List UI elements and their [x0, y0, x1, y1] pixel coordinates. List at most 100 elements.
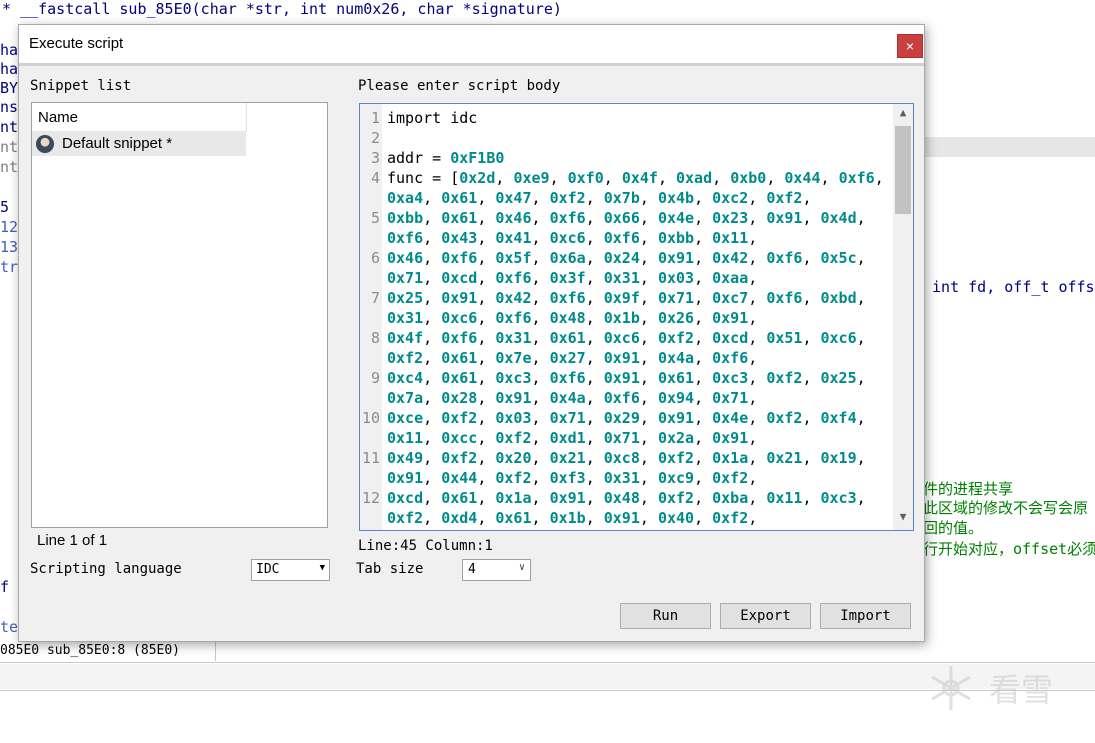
code-token: ,	[639, 209, 658, 227]
code-token: ,	[694, 209, 713, 227]
code-token: ,	[423, 409, 442, 427]
code-token: ,	[531, 329, 550, 347]
hex-literal: 0xc6	[603, 329, 640, 347]
code-token: ,	[585, 389, 604, 407]
code-token: ,	[531, 449, 550, 467]
code-token: ,	[477, 429, 496, 447]
code-token: ,	[856, 369, 866, 387]
code-token: ,	[694, 289, 713, 307]
code-token: ,	[477, 449, 496, 467]
name-column-header[interactable]: Name	[32, 103, 247, 132]
code-token: ,	[748, 269, 758, 287]
snippet-list[interactable]: Name Default snippet *	[31, 102, 328, 528]
run-button[interactable]: Run	[620, 603, 711, 629]
background-code-fragment: 此区域的修改不会写会原	[923, 499, 1089, 517]
line-number: 7	[370, 289, 380, 307]
hex-literal: 0x9f	[603, 289, 640, 307]
code-token: ,	[639, 409, 658, 427]
code-text: 0xf6, 0x43, 0x41, 0xc6, 0xf6, 0xbb, 0x11…	[387, 228, 757, 248]
hex-literal: 0x1a	[712, 449, 749, 467]
hex-literal: 0xf2	[441, 409, 478, 427]
code-token: ,	[802, 449, 821, 467]
code-token: ,	[639, 469, 658, 487]
code-token: ,	[477, 189, 496, 207]
background-code-fragment: 13	[0, 238, 19, 256]
code-token: ,	[477, 489, 496, 507]
hex-literal: 0xce	[387, 409, 424, 427]
code-token: ,	[639, 349, 658, 367]
code-token: ,	[766, 169, 785, 187]
hex-literal: 0x11	[766, 489, 803, 507]
script-body-label: Please enter script body	[358, 78, 561, 94]
background-code-fragment: 行开始对应，offset必须	[923, 540, 1095, 558]
background-code-fragment: nt	[0, 118, 19, 136]
background-highlight-band	[923, 137, 1095, 157]
hex-literal: 0xf6	[441, 249, 478, 267]
hex-literal: 0x71	[657, 289, 695, 307]
code-token: ,	[802, 289, 821, 307]
close-button[interactable]: ×	[897, 34, 923, 58]
code-line: 0xf2, 0x61, 0x7e, 0x27, 0x91, 0x4a, 0xf6…	[360, 348, 894, 368]
code-line: 8 0x4f, 0xf6, 0x31, 0x61, 0xc6, 0xf2, 0xc…	[360, 328, 894, 348]
hex-literal: 0x41	[495, 229, 532, 247]
hex-literal: 0xf3	[549, 469, 586, 487]
code-token: ,	[585, 289, 604, 307]
code-token: ,	[423, 269, 442, 287]
hex-literal: 0x21	[549, 449, 586, 467]
code-token: ,	[639, 429, 658, 447]
code-token: ,	[585, 369, 604, 387]
hex-literal: 0x31	[495, 329, 532, 347]
code-line: 3 addr = 0xF1B0	[360, 148, 894, 168]
hex-literal: 0x1b	[603, 309, 640, 327]
hex-literal: 0xf2	[387, 509, 424, 527]
tab-size-select[interactable]: 4 ∨	[462, 559, 531, 581]
export-button[interactable]: Export	[720, 603, 811, 629]
code-token: func = [	[387, 169, 460, 187]
code-token: ,	[694, 389, 713, 407]
hex-literal: 0xd1	[549, 429, 586, 447]
background-code-fragment: 12	[0, 218, 19, 236]
hex-literal: 0x94	[657, 389, 695, 407]
code-token: ,	[531, 189, 550, 207]
titlebar-separator	[19, 63, 924, 66]
code-token: ,	[477, 269, 496, 287]
scripting-language-label: Scripting language	[30, 561, 182, 577]
hex-literal: 0x7e	[495, 349, 532, 367]
code-token: ,	[856, 249, 866, 267]
code-token: import idc	[387, 109, 478, 127]
hex-literal: 0x2a	[657, 429, 695, 447]
snippet-list-label: Snippet list	[30, 78, 132, 94]
scroll-down-icon[interactable]: ▼	[893, 510, 913, 526]
snippet-item-default[interactable]: Default snippet *	[32, 132, 246, 156]
script-editor[interactable]: 1 import idc 2 3 addr = 0xF1B0 4 func = [0x2d,…	[359, 103, 914, 531]
hex-literal: 0xf6	[441, 329, 478, 347]
code-token: ,	[477, 329, 496, 347]
code-text: 0xce, 0xf2, 0x03, 0x71, 0x29, 0x91, 0x4e…	[387, 408, 866, 428]
scroll-up-icon[interactable]: ▲	[893, 106, 913, 122]
dialog-titlebar[interactable]: Execute script ×	[19, 25, 924, 63]
chevron-down-icon: ∨	[518, 562, 525, 573]
hex-literal: 0x48	[549, 309, 586, 327]
code-token: ,	[531, 349, 550, 367]
hex-literal: 0x91	[549, 489, 586, 507]
code-token: ,	[748, 509, 758, 527]
hex-literal: 0x91	[766, 209, 803, 227]
editor-vertical-scrollbar[interactable]: ▲ ▼	[893, 104, 913, 530]
hex-literal: 0x7a	[387, 389, 424, 407]
code-token: ,	[531, 309, 550, 327]
line-number: 9	[370, 369, 380, 387]
hex-literal: 0x5c	[820, 249, 857, 267]
hex-literal: 0xf6	[549, 289, 586, 307]
hex-literal: 0x61	[441, 489, 478, 507]
code-text: 0x31, 0xc6, 0xf6, 0x48, 0x1b, 0x26, 0x91…	[387, 308, 757, 328]
import-button[interactable]: Import	[820, 603, 911, 629]
snippet-avatar-icon	[36, 135, 54, 153]
code-token: ,	[748, 489, 767, 507]
hex-literal: 0x25	[387, 289, 424, 307]
hex-literal: 0xc7	[712, 289, 749, 307]
scripting-language-select[interactable]: IDC ▼	[251, 559, 330, 581]
code-line: 0x11, 0xcc, 0xf2, 0xd1, 0x71, 0x2a, 0x91…	[360, 428, 894, 448]
execute-script-dialog: Execute script × Snippet list Please ent…	[18, 24, 925, 642]
hex-literal: 0xf6	[549, 209, 586, 227]
scrollbar-thumb[interactable]	[895, 126, 911, 214]
